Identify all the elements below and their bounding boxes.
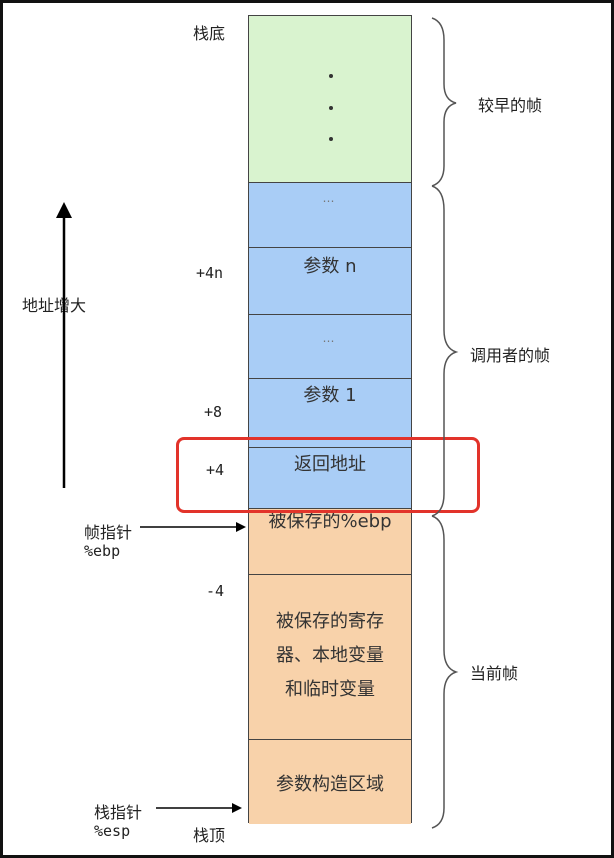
diagram-lines <box>56 17 459 829</box>
earlier-frame-brace-icon <box>431 17 457 187</box>
stack-pointer-arrow-icon <box>156 803 242 813</box>
frame-pointer-arrow-icon <box>140 522 246 532</box>
caller-frame-brace-icon <box>431 185 459 517</box>
current-frame-brace-icon <box>431 515 459 829</box>
address-growth-arrow <box>56 202 72 488</box>
